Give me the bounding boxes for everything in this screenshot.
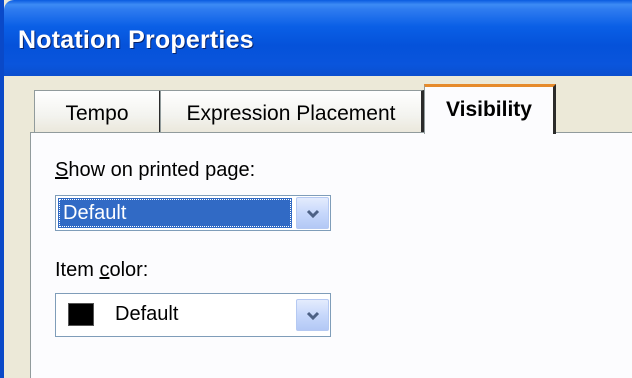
show-on-printed-page-value: Default bbox=[58, 198, 292, 228]
chevron-down-icon bbox=[306, 209, 320, 219]
show-label-rest: how on printed page: bbox=[68, 159, 256, 181]
show-label-accelerator: S bbox=[55, 159, 69, 181]
item-color-value: Default bbox=[115, 303, 179, 325]
title-bar[interactable]: Notation Properties bbox=[4, 0, 632, 76]
window-title: Notation Properties bbox=[18, 26, 254, 54]
tab-expression-placement-label: Expression Placement bbox=[186, 102, 396, 125]
item-color-dropdown[interactable]: Default bbox=[55, 293, 331, 337]
show-on-printed-page-dropdown-button[interactable] bbox=[296, 197, 329, 229]
tab-visibility-label: Visibility bbox=[446, 98, 532, 121]
tab-visibility[interactable]: Visibility bbox=[424, 84, 556, 134]
item-color-label-prefix: Item bbox=[55, 259, 100, 281]
show-on-printed-page-dropdown[interactable]: Default bbox=[55, 195, 331, 231]
tab-tempo-label: Tempo bbox=[65, 102, 129, 125]
show-on-printed-page-label: Show on printed page: bbox=[55, 159, 255, 182]
tab-tempo[interactable]: Tempo bbox=[34, 90, 162, 132]
tab-expression-placement[interactable]: Expression Placement bbox=[160, 90, 424, 132]
item-color-label: Item color: bbox=[55, 259, 148, 282]
item-color-label-accelerator: c bbox=[99, 259, 110, 281]
visibility-tab-panel: Show on printed page: Default Item color… bbox=[30, 132, 632, 378]
item-color-label-rest: olor: bbox=[109, 259, 149, 281]
chevron-down-icon bbox=[306, 311, 320, 321]
notation-properties-dialog: Notation Properties Tempo Expression Pla… bbox=[0, 0, 632, 378]
color-swatch bbox=[68, 303, 94, 326]
item-color-dropdown-button[interactable] bbox=[296, 299, 329, 331]
